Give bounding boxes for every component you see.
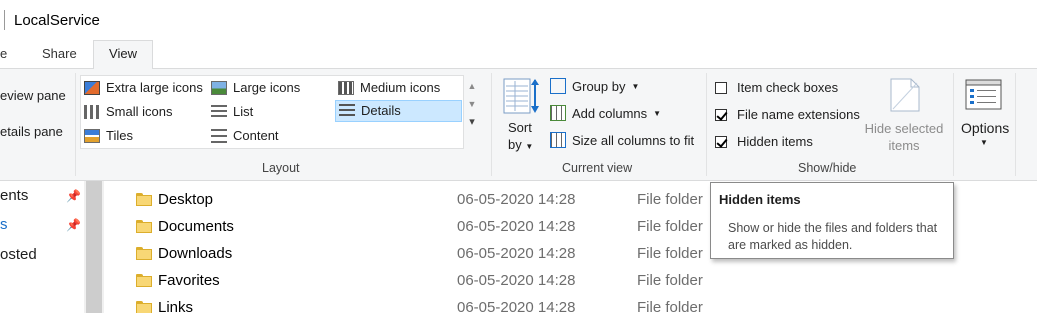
large-icons-icon bbox=[211, 81, 227, 95]
chevron-down-icon: ▼ bbox=[653, 108, 662, 118]
layout-list[interactable]: List bbox=[211, 101, 253, 123]
hide-selected-items-button[interactable]: Hide selected items bbox=[862, 120, 946, 154]
tiles-icon bbox=[84, 129, 100, 143]
item-check-boxes-toggle[interactable]: Item check boxes bbox=[715, 80, 838, 95]
group-by-button[interactable]: Group by ▼ bbox=[550, 78, 639, 94]
file-name-extensions-checkbox[interactable] bbox=[715, 108, 727, 121]
folder-icon bbox=[136, 247, 152, 260]
expand-gallery-icon[interactable]: ▾ bbox=[464, 115, 480, 128]
current-view-group-label: Current view bbox=[562, 161, 633, 175]
layout-gallery-scroller[interactable]: ▲ ▼ ▾ bbox=[464, 75, 480, 149]
sort-by-button[interactable] bbox=[503, 77, 539, 117]
layout-extra-large-icons[interactable]: Extra large icons bbox=[84, 77, 203, 99]
chevron-down-icon: ▼ bbox=[980, 138, 988, 147]
hidden-items-toggle[interactable]: Hidden items bbox=[715, 134, 813, 149]
title-separator bbox=[4, 10, 5, 30]
tab-view[interactable]: View bbox=[93, 40, 153, 69]
file-row[interactable]: Links 06-05-2020 14:28 File folder bbox=[104, 296, 1037, 313]
options-icon bbox=[965, 79, 1003, 114]
window-title: LocalService bbox=[14, 12, 100, 29]
pin-icon[interactable]: 📌 bbox=[66, 189, 81, 203]
nav-item[interactable]: osted bbox=[0, 246, 37, 263]
extra-large-icons-icon bbox=[84, 81, 100, 95]
nav-item[interactable]: s bbox=[0, 216, 8, 233]
content-icon bbox=[211, 129, 227, 143]
layout-content[interactable]: Content bbox=[211, 125, 279, 147]
small-icons-icon bbox=[84, 105, 100, 119]
group-by-icon bbox=[550, 78, 566, 94]
item-check-boxes-checkbox[interactable] bbox=[715, 81, 727, 94]
layout-medium-icons[interactable]: Medium icons bbox=[338, 77, 440, 99]
group-separator bbox=[953, 73, 954, 176]
group-separator bbox=[1015, 73, 1016, 176]
show-hide-group-label: Show/hide bbox=[798, 161, 857, 175]
nav-item[interactable]: ents bbox=[0, 187, 28, 204]
options-button[interactable]: Options ▼ bbox=[961, 120, 1009, 147]
scroll-down-icon[interactable]: ▼ bbox=[464, 99, 480, 109]
folder-icon bbox=[136, 274, 152, 287]
chevron-down-icon: ▼ bbox=[525, 142, 534, 151]
add-columns-button[interactable]: Add columns ▼ bbox=[550, 105, 661, 121]
folder-icon bbox=[136, 301, 152, 313]
file-name-extensions-toggle[interactable]: File name extensions bbox=[715, 107, 860, 122]
tooltip-title: Hidden items bbox=[719, 192, 801, 207]
group-separator bbox=[75, 73, 76, 176]
layout-group-label: Layout bbox=[262, 161, 300, 175]
hidden-items-tooltip: Hidden items Show or hide the files and … bbox=[710, 182, 954, 259]
folder-icon bbox=[136, 220, 152, 233]
layout-large-icons[interactable]: Large icons bbox=[211, 77, 300, 99]
pin-icon[interactable]: 📌 bbox=[66, 218, 81, 232]
size-all-columns-button[interactable]: Size all columns to fit bbox=[550, 132, 694, 148]
tooltip-body: Show or hide the files and folders that … bbox=[728, 221, 938, 252]
layout-small-icons[interactable]: Small icons bbox=[84, 101, 172, 123]
chevron-down-icon: ▼ bbox=[631, 81, 640, 91]
layout-tiles[interactable]: Tiles bbox=[84, 125, 133, 147]
scroll-up-icon[interactable]: ▲ bbox=[464, 81, 480, 91]
sort-by-label: by ▼ bbox=[508, 137, 534, 152]
hidden-items-checkbox[interactable] bbox=[715, 135, 727, 148]
nav-scrollbar-thumb[interactable] bbox=[86, 181, 102, 313]
layout-details[interactable]: Details bbox=[335, 100, 462, 122]
size-columns-icon bbox=[550, 132, 566, 148]
hide-selected-icon bbox=[889, 77, 921, 116]
sort-icon bbox=[503, 78, 539, 114]
preview-pane-button[interactable]: eview pane bbox=[0, 88, 66, 103]
sort-label: Sort bbox=[508, 120, 532, 135]
folder-icon bbox=[136, 193, 152, 206]
details-icon bbox=[339, 104, 355, 118]
medium-icons-icon bbox=[338, 81, 354, 95]
group-separator bbox=[706, 73, 707, 176]
tab-home[interactable]: e bbox=[0, 40, 7, 68]
add-columns-icon bbox=[550, 105, 566, 121]
tab-share[interactable]: Share bbox=[42, 40, 77, 68]
group-separator bbox=[491, 73, 492, 176]
title-bar bbox=[0, 0, 1037, 40]
file-row[interactable]: Favorites 06-05-2020 14:28 File folder bbox=[104, 269, 1037, 296]
details-pane-button[interactable]: etails pane bbox=[0, 124, 63, 139]
list-icon bbox=[211, 105, 227, 119]
